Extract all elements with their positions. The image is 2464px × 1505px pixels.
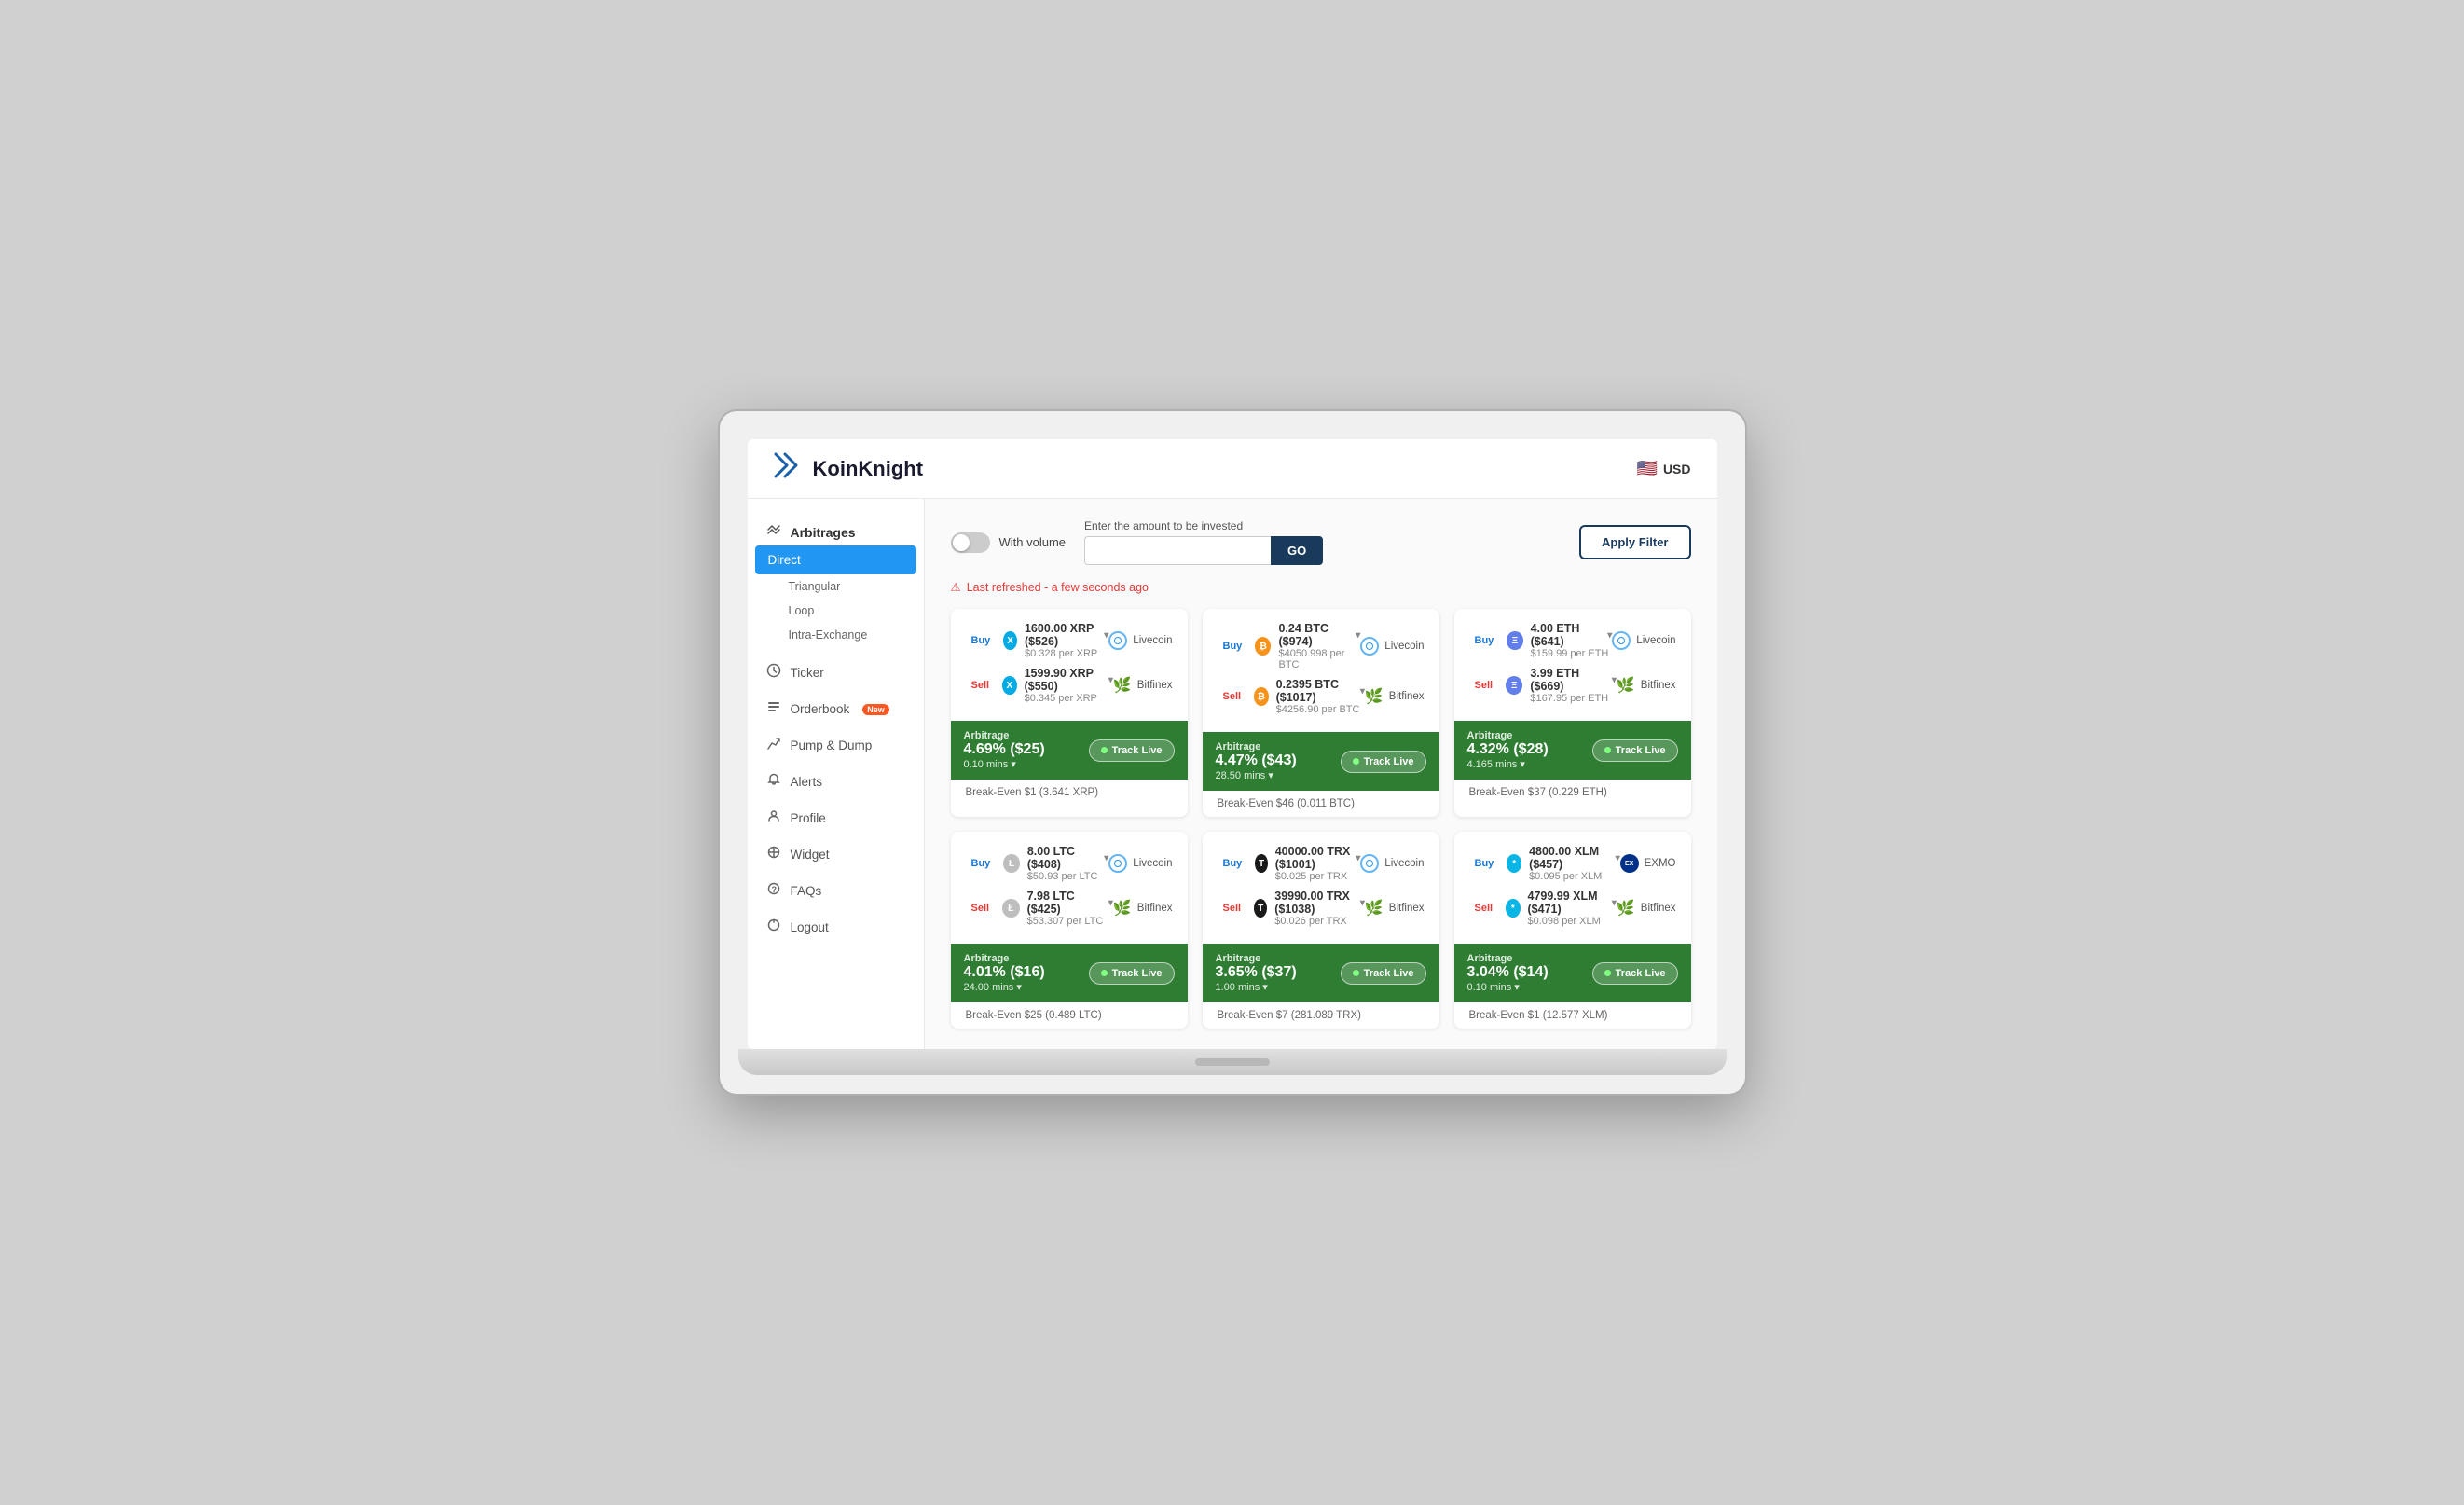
sidebar-item-orderbook[interactable]: Orderbook New xyxy=(748,691,924,727)
track-live-btn-4[interactable]: Track Live xyxy=(1341,962,1426,985)
profile-icon xyxy=(766,808,781,828)
svg-text:?: ? xyxy=(771,885,777,894)
invest-area: Enter the amount to be invested GO xyxy=(1084,519,1323,565)
widget-label: Widget xyxy=(791,848,830,862)
sidebar-item-pump-dump[interactable]: Pump & Dump xyxy=(748,727,924,764)
sidebar: Arbitrages Direct Triangular Loop Intra-… xyxy=(748,499,925,1049)
app-body: Arbitrages Direct Triangular Loop Intra-… xyxy=(748,499,1717,1049)
laptop-notch xyxy=(1195,1058,1270,1066)
laptop-screen: KoinKnight 🇺🇸 USD Arbitrages xyxy=(720,411,1745,1094)
logo-area: KoinKnight xyxy=(774,452,924,485)
orderbook-label: Orderbook xyxy=(791,702,850,716)
track-live-btn-2[interactable]: Track Live xyxy=(1592,739,1678,762)
laptop-base xyxy=(738,1049,1727,1075)
arb-card-3: Buy Ł 8.00 LTC ($408) ▾ $50.93 per LTC L… xyxy=(951,832,1188,1029)
currency-text: USD xyxy=(1663,462,1691,476)
refresh-warning-icon: ⚠ xyxy=(951,580,961,594)
cards-grid: Buy X 1600.00 XRP ($526) ▾ $0.328 per XR… xyxy=(951,609,1691,1029)
widget-icon xyxy=(766,845,781,864)
break-even-4: Break-Even $7 (281.089 TRX) xyxy=(1203,1002,1439,1029)
go-button[interactable]: GO xyxy=(1271,536,1323,565)
track-live-btn-0[interactable]: Track Live xyxy=(1089,739,1175,762)
logout-label: Logout xyxy=(791,920,829,934)
laptop-inner: KoinKnight 🇺🇸 USD Arbitrages xyxy=(748,439,1717,1049)
currency-badge[interactable]: 🇺🇸 USD xyxy=(1637,459,1691,478)
filter-bar: With volume Enter the amount to be inves… xyxy=(951,519,1691,565)
sidebar-item-direct[interactable]: Direct xyxy=(755,545,916,574)
break-even-0: Break-Even $1 (3.641 XRP) xyxy=(951,780,1188,806)
logo-text: KoinKnight xyxy=(813,457,924,481)
pump-dump-label: Pump & Dump xyxy=(791,739,873,752)
break-even-3: Break-Even $25 (0.489 LTC) xyxy=(951,1002,1188,1029)
sidebar-item-triangular[interactable]: Triangular xyxy=(748,574,924,599)
orderbook-badge: New xyxy=(862,704,889,715)
faqs-label: FAQs xyxy=(791,884,822,898)
arb-card-4: Buy T 40000.00 TRX ($1001) ▾ $0.025 per … xyxy=(1203,832,1439,1029)
arb-card-1: Buy ₿ 0.24 BTC ($974) ▾ $4050.998 per BT… xyxy=(1203,609,1439,817)
invest-input-wrap: GO xyxy=(1084,536,1323,565)
toggle-knob xyxy=(953,534,970,551)
apply-filter-button[interactable]: Apply Filter xyxy=(1579,525,1691,559)
refresh-text: Last refreshed - a few seconds ago xyxy=(967,581,1149,594)
sidebar-item-logout[interactable]: Logout xyxy=(748,909,924,946)
pump-dump-icon xyxy=(766,736,781,755)
profile-label: Profile xyxy=(791,811,826,825)
alerts-label: Alerts xyxy=(791,775,823,789)
sidebar-item-widget[interactable]: Widget xyxy=(748,836,924,873)
flag-icon: 🇺🇸 xyxy=(1637,459,1658,478)
sidebar-item-loop[interactable]: Loop xyxy=(748,599,924,623)
logout-icon xyxy=(766,918,781,937)
main-content: With volume Enter the amount to be inves… xyxy=(925,499,1717,1049)
laptop-wrapper: KoinKnight 🇺🇸 USD Arbitrages xyxy=(720,411,1745,1094)
volume-toggle[interactable] xyxy=(951,532,990,553)
track-live-btn-1[interactable]: Track Live xyxy=(1341,751,1426,773)
orderbook-icon xyxy=(766,699,781,719)
sidebar-item-intra-exchange[interactable]: Intra-Exchange xyxy=(748,623,924,647)
track-live-btn-3[interactable]: Track Live xyxy=(1089,962,1175,985)
arb-card-5: Buy * 4800.00 XLM ($457) ▾ $0.095 per XL… xyxy=(1454,832,1691,1029)
break-even-1: Break-Even $46 (0.011 BTC) xyxy=(1203,791,1439,817)
volume-toggle-wrap: With volume xyxy=(951,532,1067,553)
arb-card-0: Buy X 1600.00 XRP ($526) ▾ $0.328 per XR… xyxy=(951,609,1188,817)
ticker-icon xyxy=(766,663,781,683)
sidebar-item-profile[interactable]: Profile xyxy=(748,800,924,836)
invest-label: Enter the amount to be invested xyxy=(1084,519,1323,532)
track-live-btn-5[interactable]: Track Live xyxy=(1592,962,1678,985)
break-even-2: Break-Even $37 (0.229 ETH) xyxy=(1454,780,1691,806)
sidebar-item-faqs[interactable]: ? FAQs xyxy=(748,873,924,909)
arb-card-2: Buy Ξ 4.00 ETH ($641) ▾ $159.99 per ETH … xyxy=(1454,609,1691,817)
toggle-label: With volume xyxy=(999,535,1067,549)
ticker-label: Ticker xyxy=(791,666,824,680)
refresh-notice: ⚠ Last refreshed - a few seconds ago xyxy=(951,580,1691,594)
sidebar-item-ticker[interactable]: Ticker xyxy=(748,655,924,691)
app-header: KoinKnight 🇺🇸 USD xyxy=(748,439,1717,499)
arbitrages-label: Arbitrages xyxy=(791,525,856,540)
sidebar-item-arbitrages: Arbitrages xyxy=(748,514,924,545)
arbitrages-icon xyxy=(766,522,781,542)
faqs-icon: ? xyxy=(766,881,781,901)
invest-input[interactable] xyxy=(1084,536,1271,565)
alerts-icon xyxy=(766,772,781,792)
direct-label: Direct xyxy=(768,553,801,567)
sidebar-item-alerts[interactable]: Alerts xyxy=(748,764,924,800)
koinknight-logo-icon xyxy=(774,452,804,485)
break-even-5: Break-Even $1 (12.577 XLM) xyxy=(1454,1002,1691,1029)
